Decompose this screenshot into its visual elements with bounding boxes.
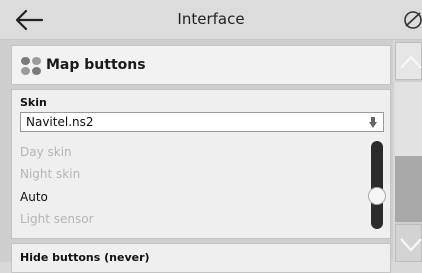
scrollbar[interactable] <box>395 40 422 262</box>
map-buttons-title: Map buttons <box>46 57 146 73</box>
skin-label: Skin <box>20 96 47 109</box>
skin-card: Skin Navitel.ns2 Day skin Night skin Aut… <box>11 89 391 239</box>
scroll-track[interactable] <box>395 82 422 156</box>
scroll-up-button[interactable] <box>395 42 422 80</box>
scroll-thumb[interactable] <box>395 156 422 222</box>
header-status-button[interactable] <box>402 9 422 31</box>
hide-buttons-label: Hide buttons (never) <box>20 251 150 264</box>
chevron-down-icon <box>400 238 422 252</box>
skin-select[interactable]: Navitel.ns2 <box>20 112 384 132</box>
skin-mode-slider[interactable] <box>371 141 383 229</box>
skin-select-value: Navitel.ns2 <box>26 115 94 129</box>
slider-knob[interactable] <box>368 187 386 205</box>
skin-option-day: Day skin <box>20 145 72 159</box>
page-title: Interface <box>177 10 245 28</box>
skin-option-light-sensor: Light sensor <box>20 212 94 226</box>
scroll-down-button[interactable] <box>395 224 422 262</box>
four-dots-icon <box>21 57 41 75</box>
no-signal-icon <box>404 11 422 29</box>
header-bar: Interface <box>0 0 422 40</box>
skin-option-night: Night skin <box>20 167 81 181</box>
chevron-up-icon <box>400 55 422 69</box>
map-buttons-card[interactable]: Map buttons <box>11 45 391 85</box>
hide-buttons-card[interactable]: Hide buttons (never) <box>11 243 391 273</box>
skin-option-auto[interactable]: Auto <box>20 190 48 204</box>
dropdown-arrow-icon <box>369 117 377 128</box>
